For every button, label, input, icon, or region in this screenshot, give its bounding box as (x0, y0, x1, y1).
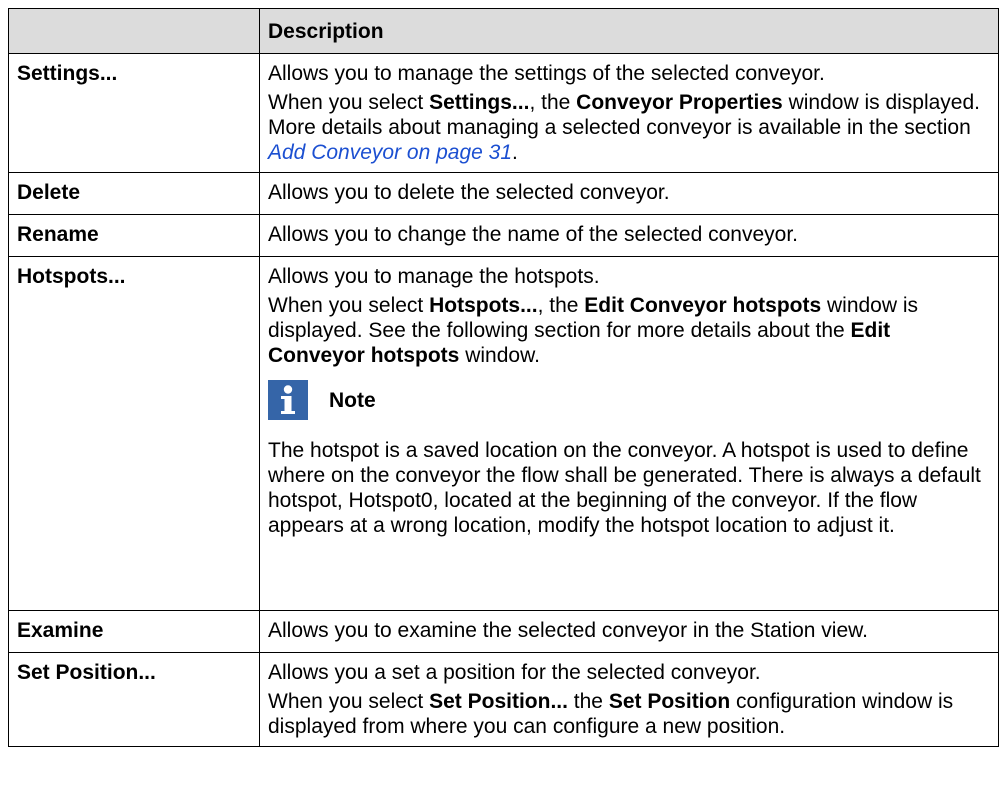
table-row: Examine Allows you to examine the select… (8, 610, 999, 653)
term-settings: Settings... (8, 53, 260, 173)
ui-term: Set Position... (429, 690, 568, 713)
header-cell-empty (8, 8, 260, 54)
ui-term: Hotspots... (429, 294, 538, 317)
info-icon (268, 380, 308, 420)
description-text: When you select Hotspots..., the Edit Co… (268, 294, 919, 367)
description-cell: Allows you to examine the selected conve… (259, 610, 999, 653)
description-text: Allows you to examine the selected conve… (268, 619, 868, 642)
description-text: When you select Set Position... the Set … (268, 690, 954, 738)
description-text: Allows you to delete the selected convey… (268, 181, 670, 204)
table-header-row: Description (8, 8, 999, 54)
note-label: Note (329, 388, 376, 412)
description-cell: Allows you to change the name of the sel… (259, 214, 999, 257)
description-cell: Allows you to manage the settings of the… (259, 53, 999, 173)
description-cell: Allows you to delete the selected convey… (259, 172, 999, 215)
description-text: Allows you to change the name of the sel… (268, 223, 798, 246)
description-text: Allows you to manage the settings of the… (268, 62, 825, 85)
note-text: The hotspot is a saved location on the c… (268, 439, 981, 537)
term-examine: Examine (8, 610, 260, 653)
description-cell: Allows you to manage the hotspots. When … (259, 256, 999, 611)
ui-term: Edit Conveyor hotspots (584, 294, 822, 317)
ui-term: Settings... (429, 91, 530, 114)
term-set-position: Set Position... (8, 652, 260, 747)
term-rename: Rename (8, 214, 260, 257)
table-row: Settings... Allows you to manage the set… (8, 53, 999, 173)
note-block: Note (268, 380, 990, 420)
table-row: Hotspots... Allows you to manage the hot… (8, 256, 999, 611)
term-hotspots: Hotspots... (8, 256, 260, 611)
description-text: Allows you to manage the hotspots. (268, 265, 600, 288)
description-cell: Allows you a set a position for the sele… (259, 652, 999, 747)
table-row: Delete Allows you to delete the selected… (8, 172, 999, 215)
description-text: Allows you a set a position for the sele… (268, 661, 761, 684)
description-text: When you select Settings..., the Conveyo… (268, 91, 980, 164)
table-row: Rename Allows you to change the name of … (8, 214, 999, 257)
header-cell-description: Description (259, 8, 999, 54)
ui-term: Conveyor Properties (576, 91, 783, 114)
ui-term: Set Position (608, 690, 731, 713)
term-delete: Delete (8, 172, 260, 215)
add-conveyor-link[interactable]: Add Conveyor on page 31 (268, 141, 512, 164)
description-table: Description Settings... Allows you to ma… (8, 8, 999, 747)
table-row: Set Position... Allows you a set a posit… (8, 652, 999, 747)
